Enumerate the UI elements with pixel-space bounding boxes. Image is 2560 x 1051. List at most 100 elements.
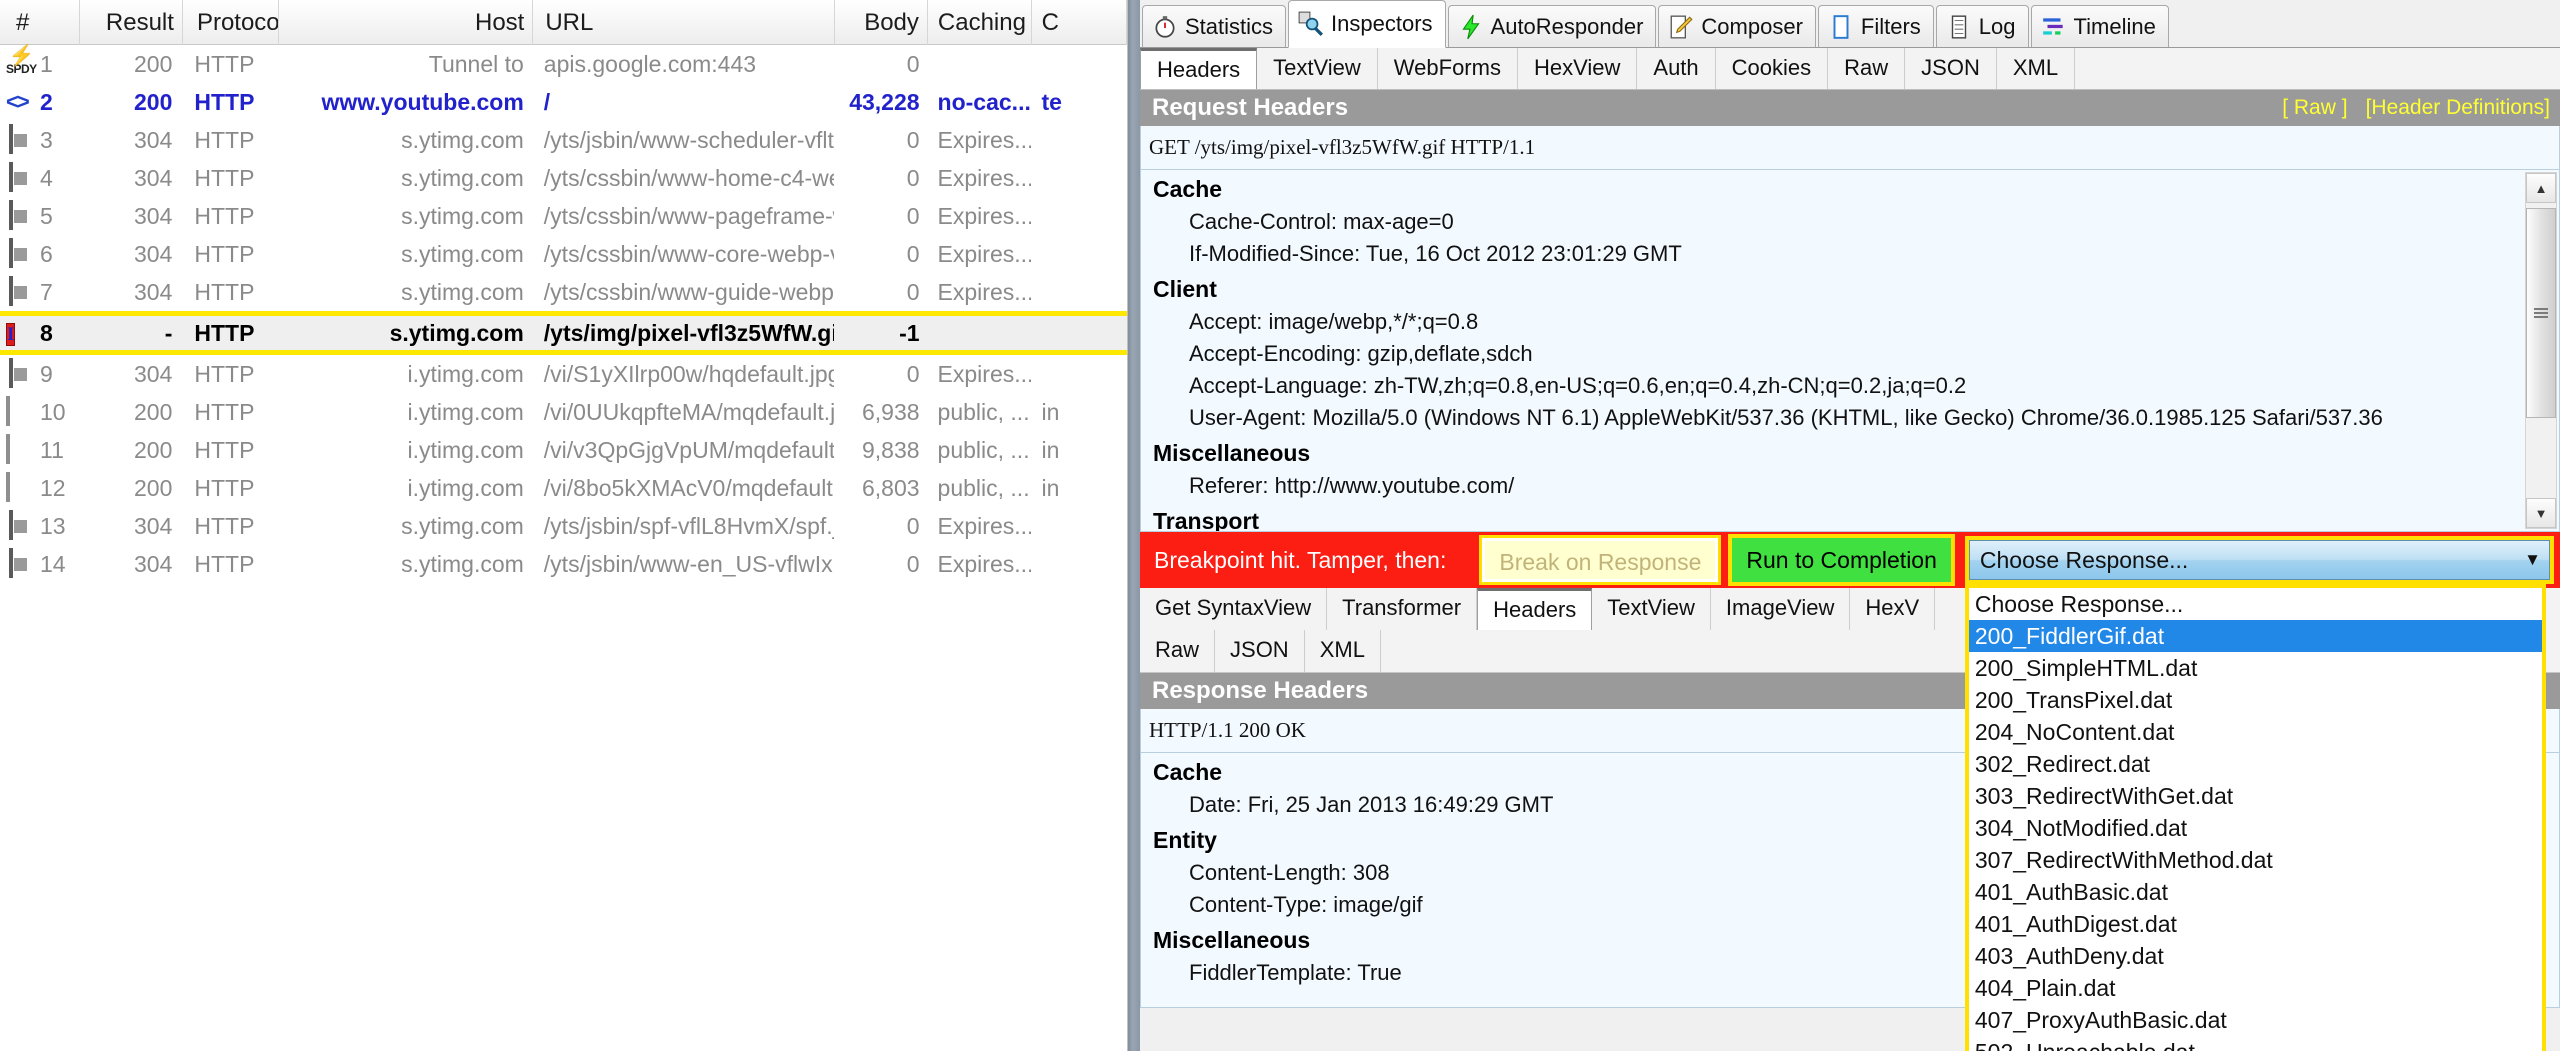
main-tab-statistics[interactable]: Statistics	[1142, 5, 1287, 47]
session-row[interactable]: 4 304 HTTP s.ytimg.com/yts/cssbin/www-home-…	[0, 159, 1127, 197]
response-option-item[interactable]: 200_SimpleHTML.dat	[1969, 652, 2542, 684]
request-tab-auth[interactable]: Auth	[1637, 48, 1716, 89]
session-row-host: s.ytimg.com	[401, 127, 524, 153]
session-row-url: /yts/jsbin/www-en_US-vflwIxh...	[543, 551, 835, 577]
request-tab-raw[interactable]: Raw	[1828, 48, 1906, 89]
session-row-result: 304	[134, 165, 173, 191]
session-row-body: 0	[906, 241, 920, 267]
session-row[interactable]: 9 304 HTTP i.ytimg.com/vi/S1yXIlrp00w/hqdef…	[0, 355, 1127, 393]
main-tab-timeline[interactable]: Timeline	[2030, 5, 2169, 47]
request-tab-hexview[interactable]: HexView	[1518, 48, 1638, 89]
main-tab-inspectors[interactable]: Inspectors	[1288, 0, 1446, 48]
run-to-completion-button[interactable]: Run to Completion	[1732, 538, 1951, 582]
request-tab-json[interactable]: JSON	[1905, 48, 1997, 89]
response-tab-json[interactable]: JSON	[1215, 630, 1305, 672]
response-option-item[interactable]: 304_NotModified.dat	[1969, 812, 2542, 844]
response-option-item[interactable]: 200_TransPixel.dat	[1969, 684, 2542, 716]
pane-splitter[interactable]	[1128, 0, 1140, 1051]
request-tab-xml[interactable]: XML	[1997, 48, 2076, 89]
response-option-item[interactable]: 401_AuthBasic.dat	[1969, 876, 2542, 908]
response-option-item[interactable]: 404_Plain.dat	[1969, 972, 2542, 1004]
header-item[interactable]: Accept-Encoding: gzip,deflate,sdch	[1141, 338, 2559, 370]
session-row[interactable]: I 8- HTTP s.ytimg.com/yts/img/pixel-vfl3z5W…	[0, 311, 1127, 355]
session-row[interactable]: <> 2 200 HTTP www.youtube.com / 43,228 no-cac..…	[0, 83, 1127, 121]
response-option-item[interactable]: 204_NoContent.dat	[1969, 716, 2542, 748]
main-tab-log[interactable]: Log	[1935, 5, 2029, 47]
session-row[interactable]: 10 200 HTTP i.ytimg.com/vi/0UUkqpfteMA/mqde…	[0, 393, 1127, 431]
session-row[interactable]: 12 200 HTTP i.ytimg.com/vi/8bo5kXMAcV0/mqde…	[0, 469, 1127, 507]
column-header-url[interactable]: URL	[533, 0, 835, 45]
response-option-item[interactable]: 302_Redirect.dat	[1969, 748, 2542, 780]
response-tab-transformer[interactable]: Transformer	[1327, 588, 1478, 630]
header-item[interactable]: Accept-Language: zh-TW,zh;q=0.8,en-US;q=…	[1141, 370, 2559, 402]
column-header-number[interactable]: #	[0, 0, 80, 45]
header-definitions-link[interactable]: [Header Definitions]	[2366, 96, 2550, 120]
session-row[interactable]: 14 304 HTTP s.ytimg.com/yts/jsbin/www-en_US…	[0, 545, 1127, 583]
session-row-body: 0	[906, 127, 920, 153]
choose-response-option-list[interactable]: Choose Response... 200_FiddlerGif.dat 200_…	[1964, 584, 2546, 1051]
funnel-icon	[1833, 14, 1849, 39]
header-item[interactable]: Referer: http://www.youtube.com/	[1141, 470, 2559, 502]
response-tab-imageview[interactable]: ImageView	[1711, 588, 1851, 630]
response-tab-textview[interactable]: TextView	[1592, 588, 1711, 630]
break-on-response-button[interactable]: Break on Response	[1482, 538, 1719, 582]
session-row-result: 200	[134, 89, 173, 115]
header-item[interactable]: Cache-Control: max-age=0	[1141, 206, 2559, 238]
request-tab-webforms[interactable]: WebForms	[1378, 48, 1518, 89]
response-option-item[interactable]: 307_RedirectWithMethod.dat	[1969, 844, 2542, 876]
request-tab-headers[interactable]: Headers	[1140, 48, 1258, 89]
request-inspector-tab-strip: Headers TextView WebForms HexView Auth Cookie…	[1140, 48, 2560, 90]
response-tab-headers[interactable]: Headers	[1477, 588, 1593, 630]
session-row-url: /yts/cssbin/www-home-c4-web...	[543, 165, 834, 191]
response-option-item[interactable]: 502_Unreachable.dat	[1969, 1036, 2542, 1051]
request-headers-list[interactable]: Cache Cache-Control: max-age=0 If-Modified…	[1140, 170, 2560, 532]
request-tab-cookies[interactable]: Cookies	[1716, 48, 1829, 89]
main-tab-filters[interactable]: Filters	[1817, 5, 1934, 47]
scroll-down-arrow-icon[interactable]: ▼	[2526, 498, 2556, 528]
scrollbar-thumb[interactable]	[2526, 208, 2556, 418]
main-tab-composer[interactable]: Composer	[1658, 5, 1816, 47]
session-row-icon-cell: 12	[0, 469, 77, 507]
session-row-body: 6,938	[861, 399, 920, 425]
request-headers-scrollbar[interactable]: ▲ ▼	[2525, 172, 2557, 529]
column-header-result[interactable]: Result	[80, 0, 183, 45]
session-row[interactable]: 13 304 HTTP s.ytimg.com/yts/jsbin/spf-vflL8…	[0, 507, 1127, 545]
header-item[interactable]: If-Modified-Since: Tue, 16 Oct 2012 23:0…	[1141, 238, 2559, 270]
column-header-caching[interactable]: Caching	[928, 0, 1032, 45]
session-row-host: s.ytimg.com	[401, 165, 524, 191]
response-option-item[interactable]: 403_AuthDeny.dat	[1969, 940, 2542, 972]
document-icon	[6, 548, 36, 578]
scroll-up-arrow-icon[interactable]: ▲	[2526, 173, 2556, 203]
response-option-item[interactable]: 407_ProxyAuthBasic.dat	[1969, 1004, 2542, 1036]
column-header-protocol[interactable]: Protocol	[183, 0, 279, 45]
response-tab-raw[interactable]: Raw	[1140, 630, 1216, 672]
response-option-item[interactable]: 200_FiddlerGif.dat	[1968, 620, 2542, 652]
session-row[interactable]: 6 304 HTTP s.ytimg.com/yts/cssbin/www-core-…	[0, 235, 1127, 273]
sessions-list-pane: # Result Protocol Host URL Body Caching …	[0, 0, 1128, 1051]
response-tab-get-syntaxview[interactable]: Get SyntaxView	[1140, 588, 1328, 630]
session-row[interactable]: SPDY1 200 HTTP Tunnel to apis.google.com:443…	[0, 45, 1127, 83]
chevron-down-icon[interactable]: ▼	[2524, 550, 2541, 570]
column-header-body[interactable]: Body	[835, 0, 928, 45]
response-tab-hexv[interactable]: HexV	[1850, 588, 1936, 630]
session-row[interactable]: 5 304 HTTP s.ytimg.com/yts/cssbin/www-pagef…	[0, 197, 1127, 235]
session-row-number: 3	[40, 126, 53, 153]
header-item[interactable]: Accept: image/webp,*/*;q=0.8	[1141, 306, 2559, 338]
request-tab-textview[interactable]: TextView	[1257, 48, 1378, 89]
document-icon	[6, 510, 36, 540]
column-header-content-type[interactable]: C	[1032, 0, 1127, 45]
response-option-item[interactable]: 401_AuthDigest.dat	[1969, 908, 2542, 940]
header-group-title: Client	[1153, 276, 1217, 302]
main-tab-autoresponder[interactable]: AutoResponder	[1447, 5, 1657, 47]
response-tab-xml[interactable]: XML	[1305, 630, 1381, 672]
choose-response-dropdown[interactable]: Choose Response... ▼	[1968, 540, 2550, 580]
response-option-item[interactable]: Choose Response...	[1969, 588, 2542, 620]
session-row[interactable]: 3 304 HTTP s.ytimg.com/yts/jsbin/www-schedu…	[0, 121, 1127, 159]
session-row[interactable]: 7 304 HTTP s.ytimg.com/yts/cssbin/www-guide…	[0, 273, 1127, 311]
session-row[interactable]: 11 200 HTTP i.ytimg.com/vi/v3QpGjgVpUM/mqde…	[0, 431, 1127, 469]
sessions-rows: SPDY1200HTTPTunnel toapis.google.com:443…	[0, 45, 1127, 583]
header-item[interactable]: User-Agent: Mozilla/5.0 (Windows NT 6.1)…	[1141, 402, 2559, 434]
raw-link[interactable]: [ Raw ]	[2282, 96, 2347, 120]
column-header-host[interactable]: Host	[279, 0, 534, 45]
response-option-item[interactable]: 303_RedirectWithGet.dat	[1969, 780, 2542, 812]
